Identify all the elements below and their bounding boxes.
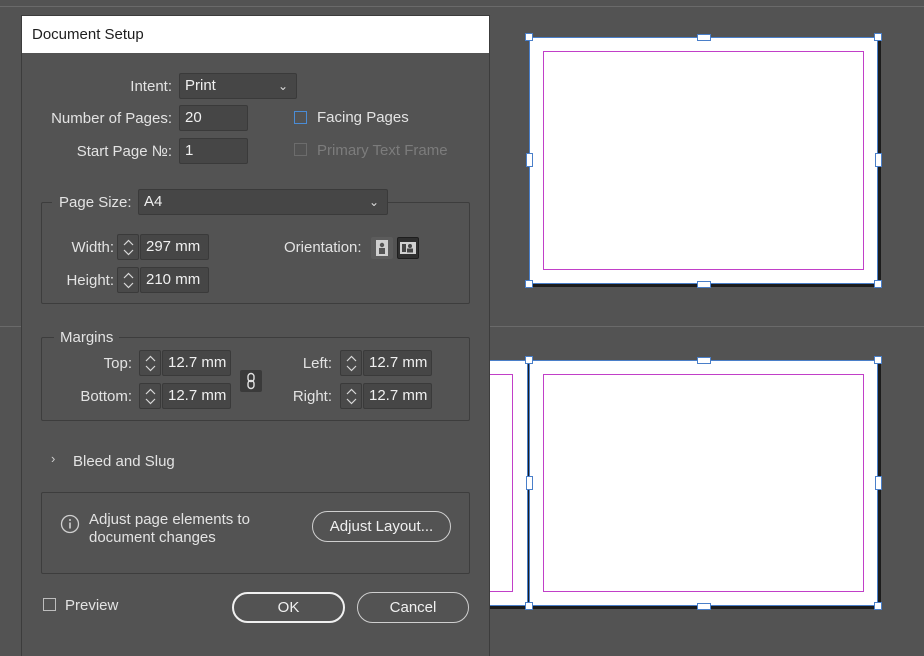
- height-input[interactable]: 210 mm: [140, 267, 209, 293]
- margin-right-label: Right:: [292, 388, 332, 405]
- adjust-layout-button[interactable]: Adjust Layout...: [312, 511, 451, 542]
- page-size-value: A4: [144, 193, 163, 210]
- resize-handle[interactable]: [697, 281, 711, 288]
- margin-left-label: Left:: [302, 355, 332, 372]
- facing-pages-checkbox[interactable]: [294, 111, 307, 124]
- stepper-arrows-icon: [123, 272, 134, 289]
- chain-link-icon: [247, 372, 255, 390]
- resize-handle[interactable]: [874, 33, 882, 41]
- ok-button[interactable]: OK: [232, 592, 345, 623]
- primary-text-frame-label: Primary Text Frame: [317, 142, 448, 159]
- margin-right-stepper[interactable]: [340, 383, 362, 409]
- page-selection-frame-right[interactable]: [529, 360, 878, 606]
- facing-pages-label[interactable]: Facing Pages: [317, 109, 409, 126]
- intent-dropdown[interactable]: Print ⌄: [179, 73, 297, 99]
- stepper-arrows-icon: [346, 388, 357, 405]
- page-size-label: Page Size:: [52, 194, 139, 211]
- resize-handle[interactable]: [697, 34, 711, 41]
- resize-handle[interactable]: [875, 476, 882, 490]
- number-of-pages-label: Number of Pages:: [51, 110, 172, 127]
- number-of-pages-input[interactable]: 20: [179, 105, 248, 131]
- resize-handle[interactable]: [526, 476, 533, 490]
- resize-handle[interactable]: [526, 153, 533, 167]
- portrait-page-icon: [376, 240, 388, 256]
- chevron-down-icon: ⌄: [277, 79, 288, 93]
- margin-left-stepper[interactable]: [340, 350, 362, 376]
- adjust-info-text-line1: Adjust page elements to: [89, 511, 250, 528]
- stepper-arrows-icon: [346, 355, 357, 372]
- margins-group-title: Margins: [54, 329, 120, 346]
- resize-handle[interactable]: [525, 280, 533, 288]
- stepper-arrows-icon: [145, 355, 156, 372]
- margin-bottom-label: Bottom:: [80, 388, 132, 405]
- resize-handle[interactable]: [874, 602, 882, 610]
- link-margins-button[interactable]: [240, 370, 262, 392]
- margin-top-label: Top:: [103, 355, 132, 372]
- resize-handle[interactable]: [874, 356, 882, 364]
- margin-top-stepper[interactable]: [139, 350, 161, 376]
- resize-handle[interactable]: [525, 602, 533, 610]
- width-input[interactable]: 297 mm: [140, 234, 209, 260]
- primary-text-frame-checkbox[interactable]: [294, 143, 307, 156]
- start-page-input[interactable]: 1: [179, 138, 248, 164]
- resize-handle[interactable]: [875, 153, 882, 167]
- resize-handle[interactable]: [874, 280, 882, 288]
- resize-handle[interactable]: [697, 603, 711, 610]
- cancel-button[interactable]: Cancel: [357, 592, 469, 623]
- margin-right-input[interactable]: 12.7 mm: [363, 383, 432, 409]
- info-icon: [60, 514, 80, 539]
- stepper-arrows-icon: [123, 239, 134, 256]
- page-selection-frame-1[interactable]: [529, 37, 878, 284]
- preview-label[interactable]: Preview: [65, 597, 118, 614]
- landscape-orientation-button[interactable]: [397, 237, 419, 259]
- stepper-arrows-icon: [145, 388, 156, 405]
- page-size-dropdown[interactable]: A4 ⌄: [138, 189, 388, 215]
- width-stepper[interactable]: [117, 234, 139, 260]
- bleed-and-slug-toggle[interactable]: Bleed and Slug: [73, 453, 175, 470]
- resize-handle[interactable]: [525, 356, 533, 364]
- orientation-label: Orientation:: [284, 239, 362, 256]
- start-page-label: Start Page №:: [76, 143, 172, 160]
- portrait-orientation-button[interactable]: [371, 237, 393, 259]
- width-label: Width:: [71, 239, 114, 256]
- dialog-title: Document Setup: [22, 16, 489, 53]
- margin-bottom-stepper[interactable]: [139, 383, 161, 409]
- height-label: Height:: [66, 272, 114, 289]
- document-setup-dialog: Document Setup Intent: Print ⌄ Number of…: [22, 16, 489, 656]
- intent-value: Print: [185, 77, 216, 94]
- margin-left-input[interactable]: 12.7 mm: [363, 350, 432, 376]
- intent-label: Intent:: [130, 78, 172, 95]
- resize-handle[interactable]: [525, 33, 533, 41]
- margin-top-input[interactable]: 12.7 mm: [162, 350, 231, 376]
- pasteboard-divider-top: [0, 6, 924, 7]
- height-stepper[interactable]: [117, 267, 139, 293]
- landscape-page-icon: [400, 242, 416, 254]
- resize-handle[interactable]: [697, 357, 711, 364]
- margin-bottom-input[interactable]: 12.7 mm: [162, 383, 231, 409]
- chevron-right-icon[interactable]: ›: [51, 451, 55, 466]
- preview-checkbox[interactable]: [43, 598, 56, 611]
- chevron-down-icon: ⌄: [368, 195, 379, 209]
- adjust-info-text-line2: document changes: [89, 529, 216, 546]
